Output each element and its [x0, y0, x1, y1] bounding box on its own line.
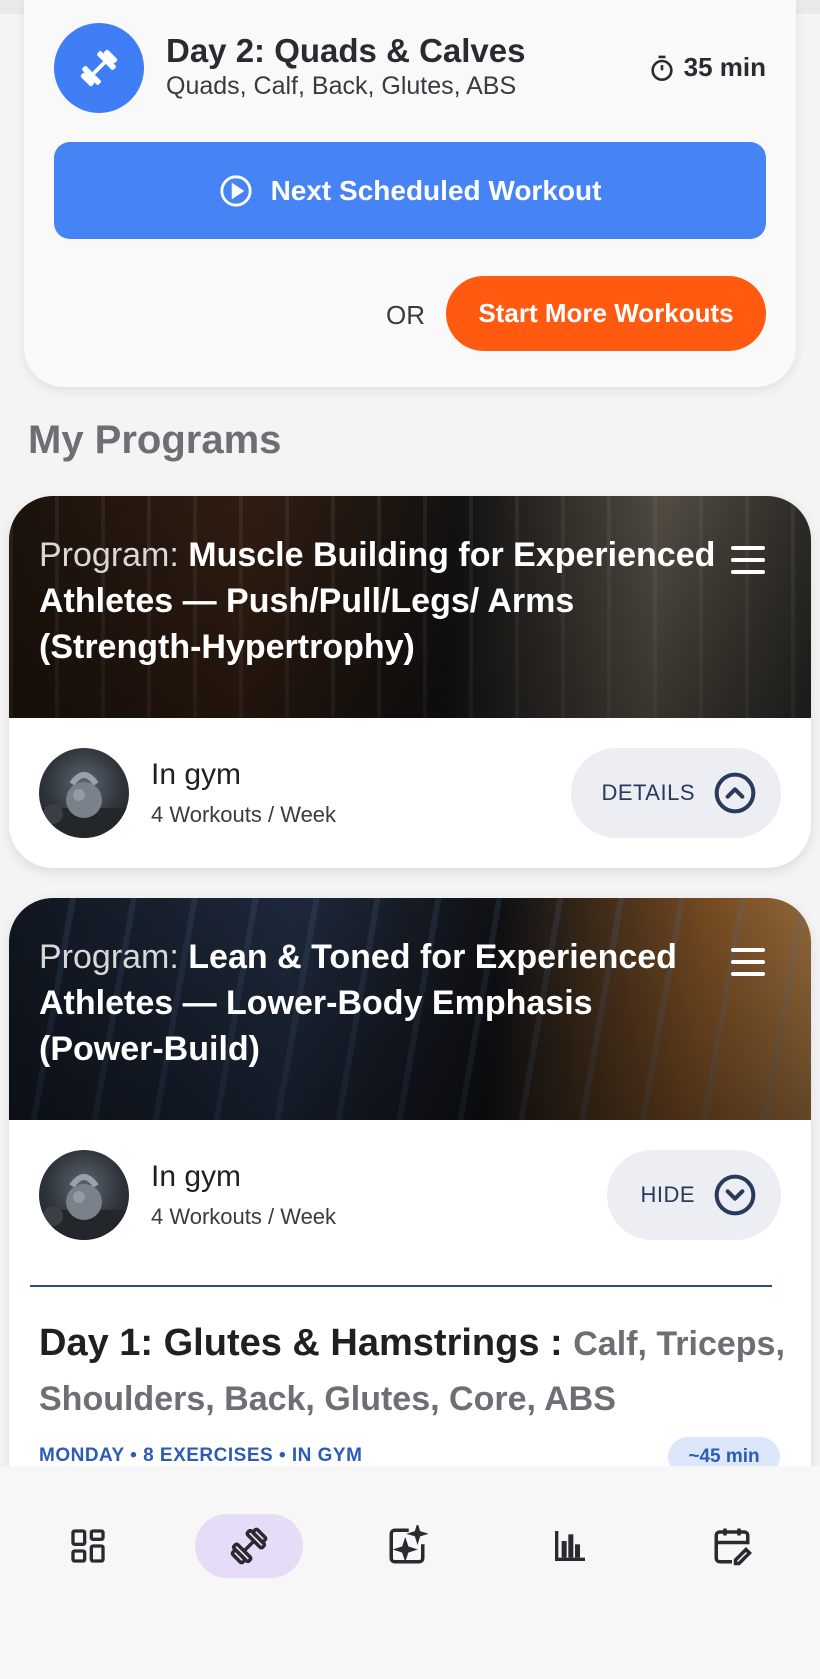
day-meta: MONDAY • 8 EXERCISES • IN GYM: [39, 1445, 363, 1466]
program-prefix: Program:: [39, 938, 189, 976]
program-location: In gym: [151, 758, 242, 791]
details-label: DETAILS: [601, 780, 695, 805]
hide-button[interactable]: HIDE: [607, 1150, 781, 1240]
day-title: Day 1: Glutes & Hamstrings :: [39, 1322, 563, 1364]
nav-stats[interactable]: [520, 1514, 620, 1578]
program-info: In gym 4 Workouts / Week DETAILS: [9, 718, 811, 868]
chevron-up-icon: [714, 772, 756, 814]
divider: [30, 1285, 772, 1287]
program-prefix: Program:: [39, 536, 189, 574]
menu-icon[interactable]: [731, 948, 765, 976]
program-frequency: 4 Workouts / Week: [151, 1204, 337, 1229]
dumbbell-icon: [80, 49, 118, 87]
calendar-edit-icon: [714, 1528, 752, 1566]
nav-workouts[interactable]: [195, 1514, 303, 1578]
details-button[interactable]: DETAILS: [571, 748, 781, 838]
program-banner: Program: Lean & Toned for Experienced At…: [9, 898, 811, 1120]
program-title: Program: Lean & Toned for Experienced At…: [39, 934, 719, 1072]
stats-chart-icon: [555, 1531, 585, 1561]
program-day-item[interactable]: Day 1: Glutes & Hamstrings : Calf, Trice…: [39, 1316, 789, 1426]
duration-label: 35 min: [683, 52, 766, 82]
program-location: In gym: [151, 1160, 242, 1193]
stopwatch-icon: [651, 55, 673, 81]
nav-ai[interactable]: [357, 1514, 457, 1578]
chevron-down-icon: [714, 1174, 756, 1216]
next-workout-card: Day 2: Quads & Calves Quads, Calf, Back,…: [24, 0, 796, 387]
dashboard-icon: [71, 1529, 105, 1563]
program-banner: Program: Muscle Building for Experienced…: [9, 496, 811, 718]
workout-duration: 35 min: [648, 52, 766, 83]
program-info: In gym 4 Workouts / Week HIDE: [9, 1120, 811, 1270]
ai-sparkle-icon: [389, 1525, 428, 1564]
workout-title: Day 2: Quads & Calves: [166, 32, 526, 69]
next-button-label: Next Scheduled Workout: [270, 174, 602, 206]
workout-muscles: Quads, Calf, Back, Glutes, ABS: [166, 72, 517, 100]
menu-icon[interactable]: [731, 546, 765, 574]
nav-calendar[interactable]: [682, 1514, 782, 1578]
kettlebell-thumbnail: [39, 1150, 129, 1240]
program-title: Program: Muscle Building for Experienced…: [39, 532, 719, 670]
hide-label: HIDE: [640, 1182, 695, 1207]
start-more-workouts-button[interactable]: Start More Workouts: [446, 276, 766, 351]
section-title: My Programs: [28, 418, 282, 462]
play-circle-icon: [219, 174, 252, 207]
next-scheduled-workout-button[interactable]: Next Scheduled Workout: [54, 142, 766, 239]
nav-dashboard[interactable]: [38, 1514, 138, 1578]
program-card[interactable]: Program: Muscle Building for Experienced…: [9, 496, 811, 868]
dumbbell-icon: [230, 1527, 268, 1565]
program-frequency: 4 Workouts / Week: [151, 802, 337, 827]
workout-avatar: [54, 23, 144, 113]
bottom-nav: [0, 1466, 820, 1679]
kettlebell-thumbnail: [39, 748, 129, 838]
or-label: OR: [386, 300, 425, 330]
